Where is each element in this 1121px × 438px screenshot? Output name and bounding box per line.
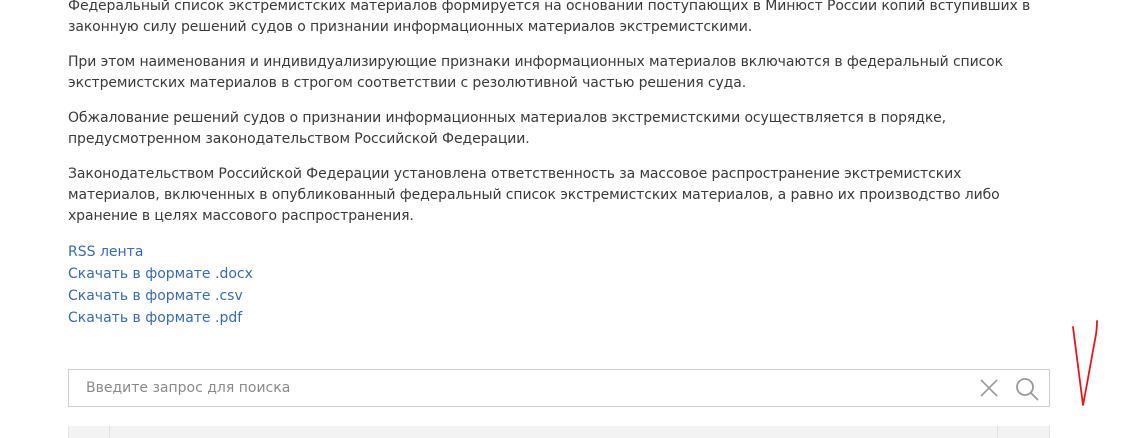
download-docx-link[interactable]: Скачать в формате .docx — [68, 263, 1052, 285]
results-table-header — [68, 426, 1050, 438]
paragraph-naming: При этом наименования и индивидуализирую… — [68, 54, 1004, 91]
table-column-divider — [997, 426, 998, 438]
search-input[interactable] — [69, 370, 986, 406]
table-column-divider — [109, 426, 110, 438]
close-icon — [980, 379, 998, 397]
clear-search-button[interactable] — [979, 378, 999, 398]
rss-link[interactable]: RSS лента — [68, 241, 1052, 263]
search-bar — [68, 369, 1050, 407]
search-icon — [1016, 378, 1039, 401]
main-content: Федеральный список экстремистских матери… — [68, 0, 1052, 329]
paragraph-formation: Федеральный список экстремистских матери… — [68, 0, 1031, 35]
page: Федеральный список экстремистских матери… — [0, 0, 1121, 438]
search-button[interactable] — [1015, 377, 1039, 401]
paragraph-appeal: Обжалование решений судов о признании ин… — [68, 110, 947, 147]
paragraph-responsibility: Законодательством Российской Федерации у… — [68, 166, 1000, 224]
red-checkmark-annotation — [1072, 320, 1098, 406]
download-links: RSS лента Скачать в формате .docx Скачат… — [68, 241, 1052, 329]
download-pdf-link[interactable]: Скачать в формате .pdf — [68, 307, 1052, 329]
download-csv-link[interactable]: Скачать в формате .csv — [68, 285, 1052, 307]
